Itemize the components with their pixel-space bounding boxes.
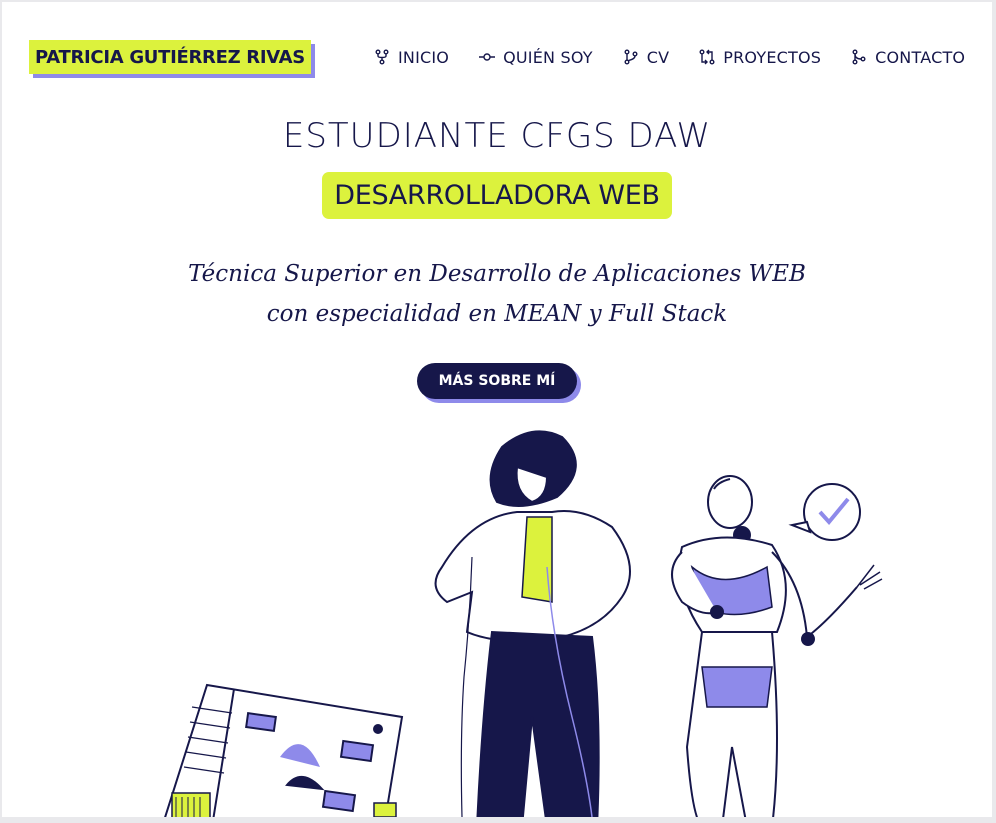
git-commit-icon	[479, 53, 496, 61]
hero-highlight-wrap: DESARROLLADORA WEB	[2, 172, 992, 219]
nav-item-proyectos[interactable]: PROYECTOS	[699, 48, 821, 67]
nav-item-quien-soy[interactable]: QUIÉN SOY	[479, 48, 593, 67]
git-compare-icon	[699, 49, 715, 65]
more-about-me-button[interactable]: MÁS SOBRE MÍ	[416, 363, 578, 399]
git-merge-icon	[852, 49, 866, 65]
git-branch-icon	[624, 49, 638, 65]
page: PATRICIA GUTIÉRREZ RIVAS INICIO QUIÉN SO…	[2, 2, 992, 817]
main-nav: INICIO QUIÉN SOY CV PROYECTOS CONTACTO	[374, 42, 965, 72]
dashboard-board-illustration	[164, 683, 404, 817]
brand-logo[interactable]: PATRICIA GUTIÉRREZ RIVAS	[29, 40, 311, 74]
nav-label-cv: CV	[646, 47, 670, 67]
nav-label-contacto: CONTACTO	[875, 47, 966, 67]
woman-illustration	[434, 430, 631, 817]
cta-wrap: MÁS SOBRE MÍ	[2, 363, 992, 399]
nav-label-quien-soy: QUIÉN SOY	[503, 47, 593, 67]
hero-description: Técnica Superior en Desarrollo de Aplica…	[2, 254, 992, 334]
nav-label-proyectos: PROYECTOS	[723, 47, 822, 67]
hero-illustration	[164, 430, 883, 817]
nav-item-cv[interactable]: CV	[623, 48, 670, 67]
hero-title: ESTUDIANTE CFGS DAW	[282, 116, 712, 156]
hero-highlight: DESARROLLADORA WEB	[322, 172, 672, 219]
git-fork-icon	[375, 49, 389, 65]
hero-description-line-2: con especialidad en MEAN y Full Stack	[266, 301, 728, 327]
nav-item-contacto[interactable]: CONTACTO	[851, 48, 965, 67]
robot-illustration	[671, 475, 883, 817]
nav-item-inicio[interactable]: INICIO	[374, 48, 449, 67]
hero-description-line-1: Técnica Superior en Desarrollo de Aplica…	[188, 261, 806, 287]
nav-label-inicio: INICIO	[398, 47, 450, 67]
